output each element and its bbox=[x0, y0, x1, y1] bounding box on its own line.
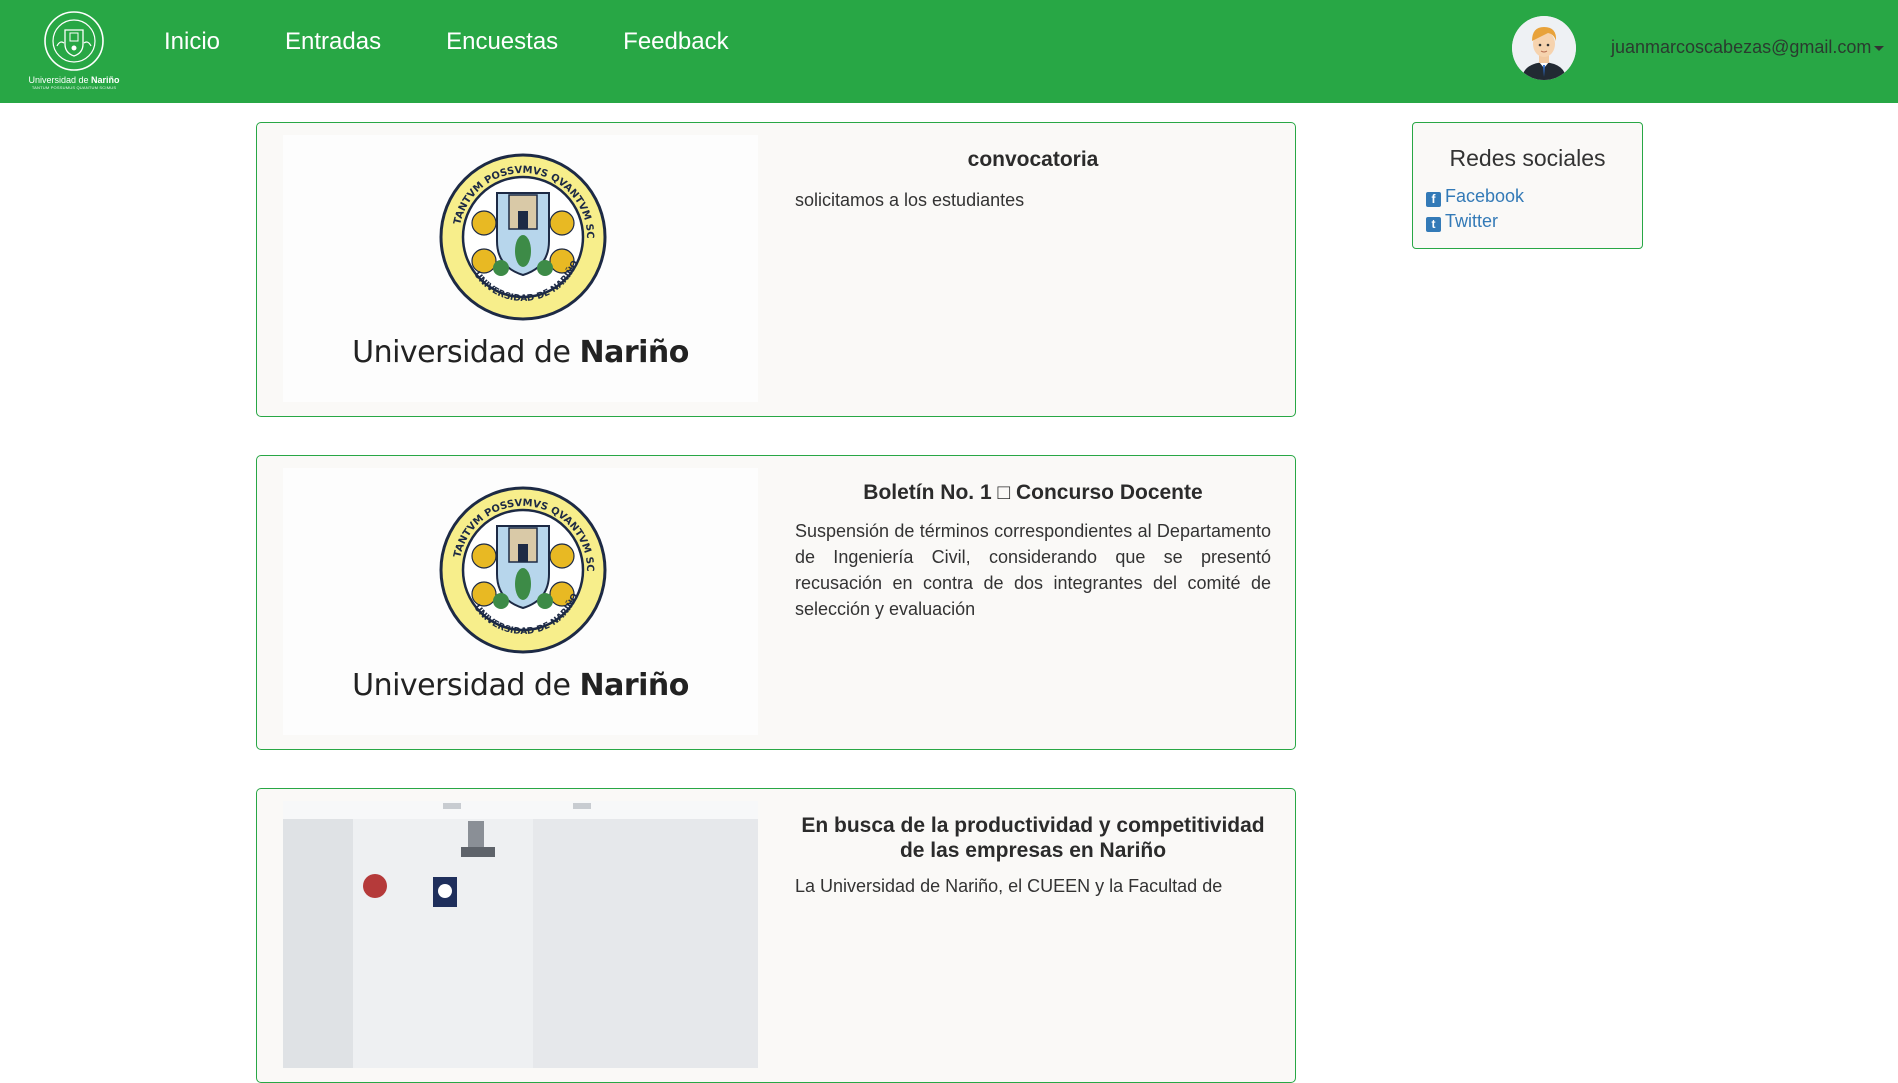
nav-links: Inicio Entradas Encuestas Feedback bbox=[164, 26, 794, 58]
facebook-link[interactable]: f Facebook bbox=[1426, 186, 1524, 207]
facebook-icon: f bbox=[1426, 192, 1441, 207]
university-seal-icon: TANTVM POSSVMVS QVANTVM SCIMVS UNIVERSID… bbox=[439, 486, 607, 654]
logo-text: Universidad de Nariño bbox=[28, 75, 120, 85]
post-card: TANTVM POSSVMVS QVANTVM SCIMVS UNIVERSID… bbox=[256, 122, 1296, 417]
post-image-university-logo[interactable]: TANTVM POSSVMVS QVANTVM SCIMVS UNIVERSID… bbox=[283, 135, 758, 402]
top-navbar: Universidad de Nariño TANTUM POSSUMUS QU… bbox=[0, 0, 1898, 103]
nav-link-entradas[interactable]: Entradas bbox=[285, 26, 381, 58]
logo-subtext: TANTUM POSSUMUS QUANTUM SCIMUS bbox=[31, 85, 117, 90]
post-body: solicitamos a los estudiantes bbox=[795, 190, 1025, 210]
nav-link-feedback[interactable]: Feedback bbox=[623, 26, 728, 58]
nav-link-encuestas[interactable]: Encuestas bbox=[446, 26, 558, 58]
post-image-university-logo[interactable]: TANTVM POSSVMVS QVANTVM SCIMVS UNIVERSID… bbox=[283, 468, 758, 735]
twitter-icon: t bbox=[1426, 217, 1441, 232]
twitter-link-label: Twitter bbox=[1445, 211, 1499, 231]
post-body: Suspensión de términos correspondientes … bbox=[795, 521, 1271, 619]
post-card: En busca de la productividad y competiti… bbox=[256, 788, 1296, 1083]
post-card: TANTVM POSSVMVS QVANTVM SCIMVS UNIVERSID… bbox=[256, 455, 1296, 750]
social-networks-panel: Redes sociales f Facebook t Twitter bbox=[1412, 122, 1643, 249]
user-menu-dropdown[interactable]: juanmarcoscabezas@gmail.com bbox=[1611, 37, 1885, 58]
post-title[interactable]: Boletín No. 1 □ Concurso Docente bbox=[795, 480, 1271, 505]
post-image-classroom-photo[interactable] bbox=[283, 801, 758, 1068]
university-seal-icon: TANTVM POSSVMVS QVANTVM SCIMVS UNIVERSID… bbox=[439, 153, 607, 321]
post-title[interactable]: convocatoria bbox=[795, 147, 1271, 172]
user-email: juanmarcoscabezas@gmail.com bbox=[1611, 37, 1872, 57]
facebook-link-label: Facebook bbox=[1445, 186, 1525, 206]
post-body: La Universidad de Nariño, el CUEEN y la … bbox=[795, 876, 1223, 896]
user-avatar-icon bbox=[1512, 16, 1576, 80]
university-logo[interactable]: Universidad de Nariño TANTUM POSSUMUS QU… bbox=[26, 10, 122, 92]
post-title[interactable]: En busca de la productividad y competiti… bbox=[795, 813, 1271, 863]
university-name: Universidad de Nariño bbox=[352, 335, 689, 370]
user-avatar[interactable] bbox=[1512, 16, 1576, 80]
classroom-photo-icon bbox=[283, 801, 758, 1068]
university-name: Universidad de Nariño bbox=[352, 668, 689, 703]
nav-link-inicio[interactable]: Inicio bbox=[164, 26, 220, 58]
chevron-down-icon bbox=[1874, 45, 1885, 51]
university-seal-icon bbox=[44, 11, 104, 71]
twitter-link[interactable]: t Twitter bbox=[1426, 211, 1498, 232]
social-panel-title: Redes sociales bbox=[1449, 145, 1606, 171]
